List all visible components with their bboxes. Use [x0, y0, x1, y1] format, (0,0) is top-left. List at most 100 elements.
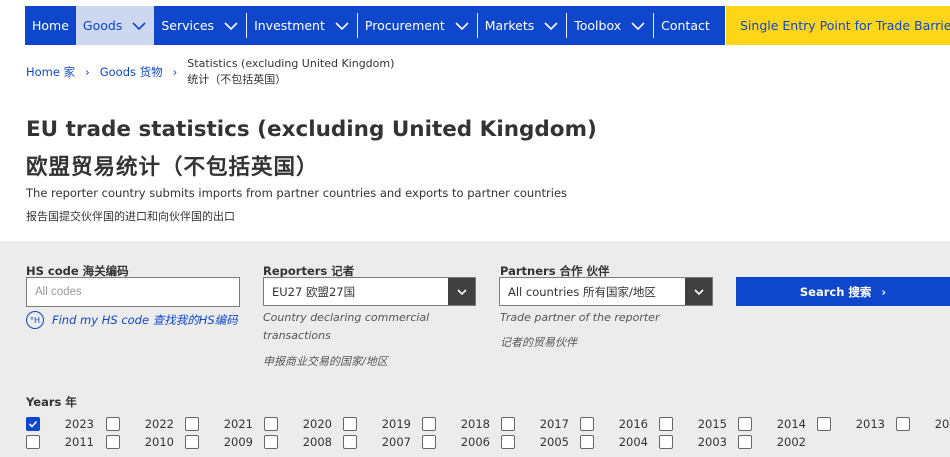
find-hs-code-label: Find my HS code 查找我的HS编码	[52, 313, 238, 327]
checkbox-empty-icon	[106, 417, 120, 431]
checkbox-checked-icon	[26, 417, 40, 431]
year-label: 2016	[618, 417, 648, 431]
year-label: 2006	[460, 435, 490, 449]
year-label: 2012	[934, 417, 950, 431]
year-checkbox[interactable]: 2014	[738, 417, 806, 431]
year-checkbox[interactable]: 2002	[738, 435, 806, 449]
nav-item-label: Goods	[82, 18, 123, 33]
checkbox-empty-icon	[580, 435, 594, 449]
nav-item-label: Services	[161, 18, 215, 33]
checkbox-empty-icon	[343, 435, 357, 449]
year-label: 2017	[539, 417, 569, 431]
checkbox-empty-icon	[817, 417, 831, 431]
breadcrumb-separator-icon: ›	[172, 65, 178, 79]
year-checkbox[interactable]: 2016	[580, 417, 648, 431]
year-label: 2013	[855, 417, 885, 431]
page-title-en: EU trade statistics (excluding United Ki…	[26, 117, 597, 142]
partners-select[interactable]: All countries 所有国家/地区	[499, 277, 713, 306]
hs-code-input[interactable]	[26, 277, 240, 307]
checkbox-empty-icon	[264, 435, 278, 449]
year-checkbox[interactable]: 2012	[896, 417, 950, 431]
checkbox-empty-icon	[343, 417, 357, 431]
nav-item-label: Procurement	[364, 18, 445, 33]
nav-item-6[interactable]: Toolbox	[567, 6, 653, 45]
nav-item-label: Toolbox	[574, 18, 622, 33]
year-checkbox[interactable]: 2008	[264, 435, 332, 449]
breadcrumb-home[interactable]: Home 家	[26, 64, 75, 80]
checkbox-empty-icon	[738, 417, 752, 431]
year-label: 2004	[618, 435, 648, 449]
year-checkbox[interactable]: 2005	[501, 435, 569, 449]
breadcrumb-separator-icon: ›	[85, 65, 90, 79]
chevron-down-icon	[543, 18, 559, 34]
year-label: 2023	[64, 417, 94, 431]
breadcrumb-current: Statistics (excluding United Kingdom) 统计…	[187, 56, 394, 88]
breadcrumb-goods[interactable]: Goods 货物	[100, 64, 163, 80]
nav-item-7[interactable]: Contact	[654, 6, 717, 45]
checkbox-empty-icon	[738, 435, 752, 449]
year-label: 2014	[776, 417, 806, 431]
checkbox-empty-icon	[106, 435, 120, 449]
find-hs-code-link[interactable]: °H Find my HS code 查找我的HS编码	[26, 311, 238, 329]
year-checkbox[interactable]: 2015	[659, 417, 727, 431]
chevron-down-icon	[131, 18, 147, 34]
year-checkbox[interactable]: 2021	[185, 417, 253, 431]
checkbox-empty-icon	[501, 435, 515, 449]
nav-item-1[interactable]: Goods	[75, 6, 155, 45]
page-description-zh: 报告国提交伙伴国的进口和向伙伴国的出口	[26, 210, 235, 223]
nav-item-label: Home	[32, 18, 69, 33]
year-checkbox[interactable]: 2018	[422, 417, 490, 431]
nav-item-4[interactable]: Procurement	[358, 6, 477, 45]
year-label: 2011	[64, 435, 94, 449]
breadcrumb: Home 家 › Goods 货物 › Statistics (excludin…	[26, 56, 394, 88]
top-navigation: Home Goods Services Investment Procurement Ma…	[0, 0, 950, 45]
checkbox-empty-icon	[264, 417, 278, 431]
breadcrumb-current-en: Statistics (excluding United Kingdom)	[187, 57, 395, 70]
nav-item-label: Investment	[254, 18, 325, 33]
search-button[interactable]: Search 搜索 ›	[736, 277, 950, 306]
chevron-down-icon	[448, 278, 475, 305]
nav-item-2[interactable]: Services	[154, 6, 246, 45]
year-checkbox[interactable]: 2006	[422, 435, 490, 449]
year-label: 2019	[381, 417, 411, 431]
partners-hint-en: Trade partner of the reporter	[500, 311, 660, 324]
trade-barriers-link[interactable]: Single Entry Point for Trade Barriers	[726, 6, 950, 45]
year-checkbox[interactable]: 2020	[264, 417, 332, 431]
year-checkbox[interactable]: 2003	[659, 435, 727, 449]
year-checkbox[interactable]: 2007	[343, 435, 411, 449]
partners-hint-zh: 记者的贸易伙伴	[500, 336, 577, 349]
reporters-selected-value: EU27 欧盟27国	[272, 284, 356, 299]
year-label: 2002	[776, 435, 806, 449]
nav-item-5[interactable]: Markets	[478, 6, 566, 45]
chevron-down-icon	[223, 18, 239, 34]
checkbox-empty-icon	[896, 417, 910, 431]
year-checkbox[interactable]: 2023	[26, 417, 94, 431]
main-menu-bar: Home Goods Services Investment Procurement Ma…	[25, 6, 725, 45]
hs-code-icon: °H	[26, 311, 44, 329]
checkbox-empty-icon	[185, 417, 199, 431]
nav-item-3[interactable]: Investment	[247, 6, 357, 45]
year-checkbox[interactable]: 2019	[343, 417, 411, 431]
page-title-zh: 欧盟贸易统计（不包括英国）	[26, 155, 319, 180]
year-label: 2008	[302, 435, 332, 449]
year-checkbox[interactable]: 2022	[106, 417, 174, 431]
year-checkbox[interactable]: 2004	[580, 435, 648, 449]
year-checkbox[interactable]: 2017	[501, 417, 569, 431]
year-label: 2007	[381, 435, 411, 449]
nav-item-0[interactable]: Home	[25, 6, 76, 45]
year-checkbox[interactable]: 2011	[26, 435, 94, 449]
year-label: 2003	[697, 435, 727, 449]
year-checkbox[interactable]: 2010	[106, 435, 174, 449]
year-checkbox[interactable]: 2009	[185, 435, 253, 449]
year-label: 2020	[302, 417, 332, 431]
nav-item-label: Contact	[661, 18, 710, 33]
reporters-select[interactable]: EU27 欧盟27国	[263, 277, 476, 306]
year-checkbox[interactable]: 2013	[817, 417, 885, 431]
reporters-hint-en: Country declaring commercial transaction…	[263, 311, 430, 342]
checkbox-empty-icon	[422, 435, 436, 449]
checkbox-empty-icon	[580, 417, 594, 431]
years-label: Years 年	[26, 395, 77, 409]
page-description-en: The reporter country submits imports fro…	[26, 186, 568, 200]
checkbox-empty-icon	[501, 417, 515, 431]
nav-item-label: Markets	[484, 18, 535, 33]
